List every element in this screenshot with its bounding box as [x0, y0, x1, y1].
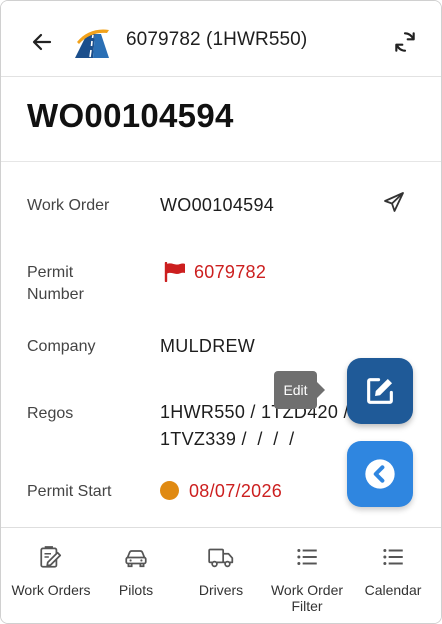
bottom-nav: Work Orders Pilots Drivers Work Order Fi… [1, 528, 441, 623]
page-title: WO00104594 [27, 97, 234, 134]
nav-item-work-orders[interactable]: Work Orders [5, 528, 97, 623]
permit-number-value[interactable]: 6079782 [194, 259, 266, 285]
regos-value-line2: 1TVZ339 / / / / [160, 429, 295, 449]
sync-icon [395, 32, 415, 52]
nav-label-pilots: Pilots [118, 582, 154, 598]
list-icon [292, 542, 322, 572]
title-divider [1, 161, 441, 162]
flag-icon [164, 262, 185, 282]
permit-start-label: Permit Start [27, 483, 112, 500]
nav-item-calendar[interactable]: Calendar [353, 528, 433, 623]
permit-number-label: Permit Number [27, 262, 84, 306]
edit-tooltip: Edit [274, 371, 317, 409]
nav-label-work-orders: Work Orders [11, 582, 91, 598]
nav-label-calendar: Calendar [364, 582, 422, 598]
top-app-bar: 6079782 (1HWR550) [1, 1, 441, 77]
company-value: MULDREW [160, 336, 256, 356]
nav-label-work-order-filter: Work Order Filter [271, 582, 343, 614]
company-label: Company [27, 338, 96, 355]
nav-item-work-order-filter[interactable]: Work Order Filter [265, 528, 349, 623]
regos-label: Regos [27, 405, 74, 422]
paper-plane-icon [384, 192, 404, 212]
permit-number-label-line2: Number [27, 286, 84, 303]
app-frame: 6079782 (1HWR550) WO00104594 Work Order … [0, 0, 442, 624]
edit-icon [367, 378, 393, 404]
regos-value-line1: 1HWR550 / 1TZD420 / [160, 402, 349, 422]
status-dot-icon [160, 481, 179, 500]
chevron-left-circle-icon [365, 459, 395, 489]
nav-label-drivers: Drivers [198, 582, 244, 598]
edit-button[interactable] [347, 358, 413, 424]
edit-tooltip-arrow [317, 382, 325, 398]
clipboard-edit-icon [36, 542, 66, 572]
car-icon [121, 542, 151, 572]
collapse-button[interactable] [347, 441, 413, 507]
nav-item-pilots[interactable]: Pilots [97, 528, 175, 623]
back-button[interactable] [27, 27, 57, 57]
permit-number-label-line1: Permit [27, 264, 74, 281]
work-order-value: WO00104594 [160, 195, 275, 215]
header-title: 6079782 (1HWR550) [126, 29, 308, 50]
list-icon [378, 542, 408, 572]
permit-start-value: 08/07/2026 [189, 481, 283, 501]
nav-label-work-order-filter-line1: Work Order [270, 582, 344, 598]
nav-label-work-order-filter-line2: Filter [291, 598, 323, 614]
sync-button[interactable] [390, 27, 420, 57]
arrow-left-icon [32, 33, 52, 51]
road-logo-icon [75, 29, 109, 58]
send-button[interactable] [379, 187, 409, 217]
work-order-label: Work Order [27, 197, 110, 214]
nav-item-drivers[interactable]: Drivers [181, 528, 261, 623]
truck-icon [206, 542, 236, 572]
